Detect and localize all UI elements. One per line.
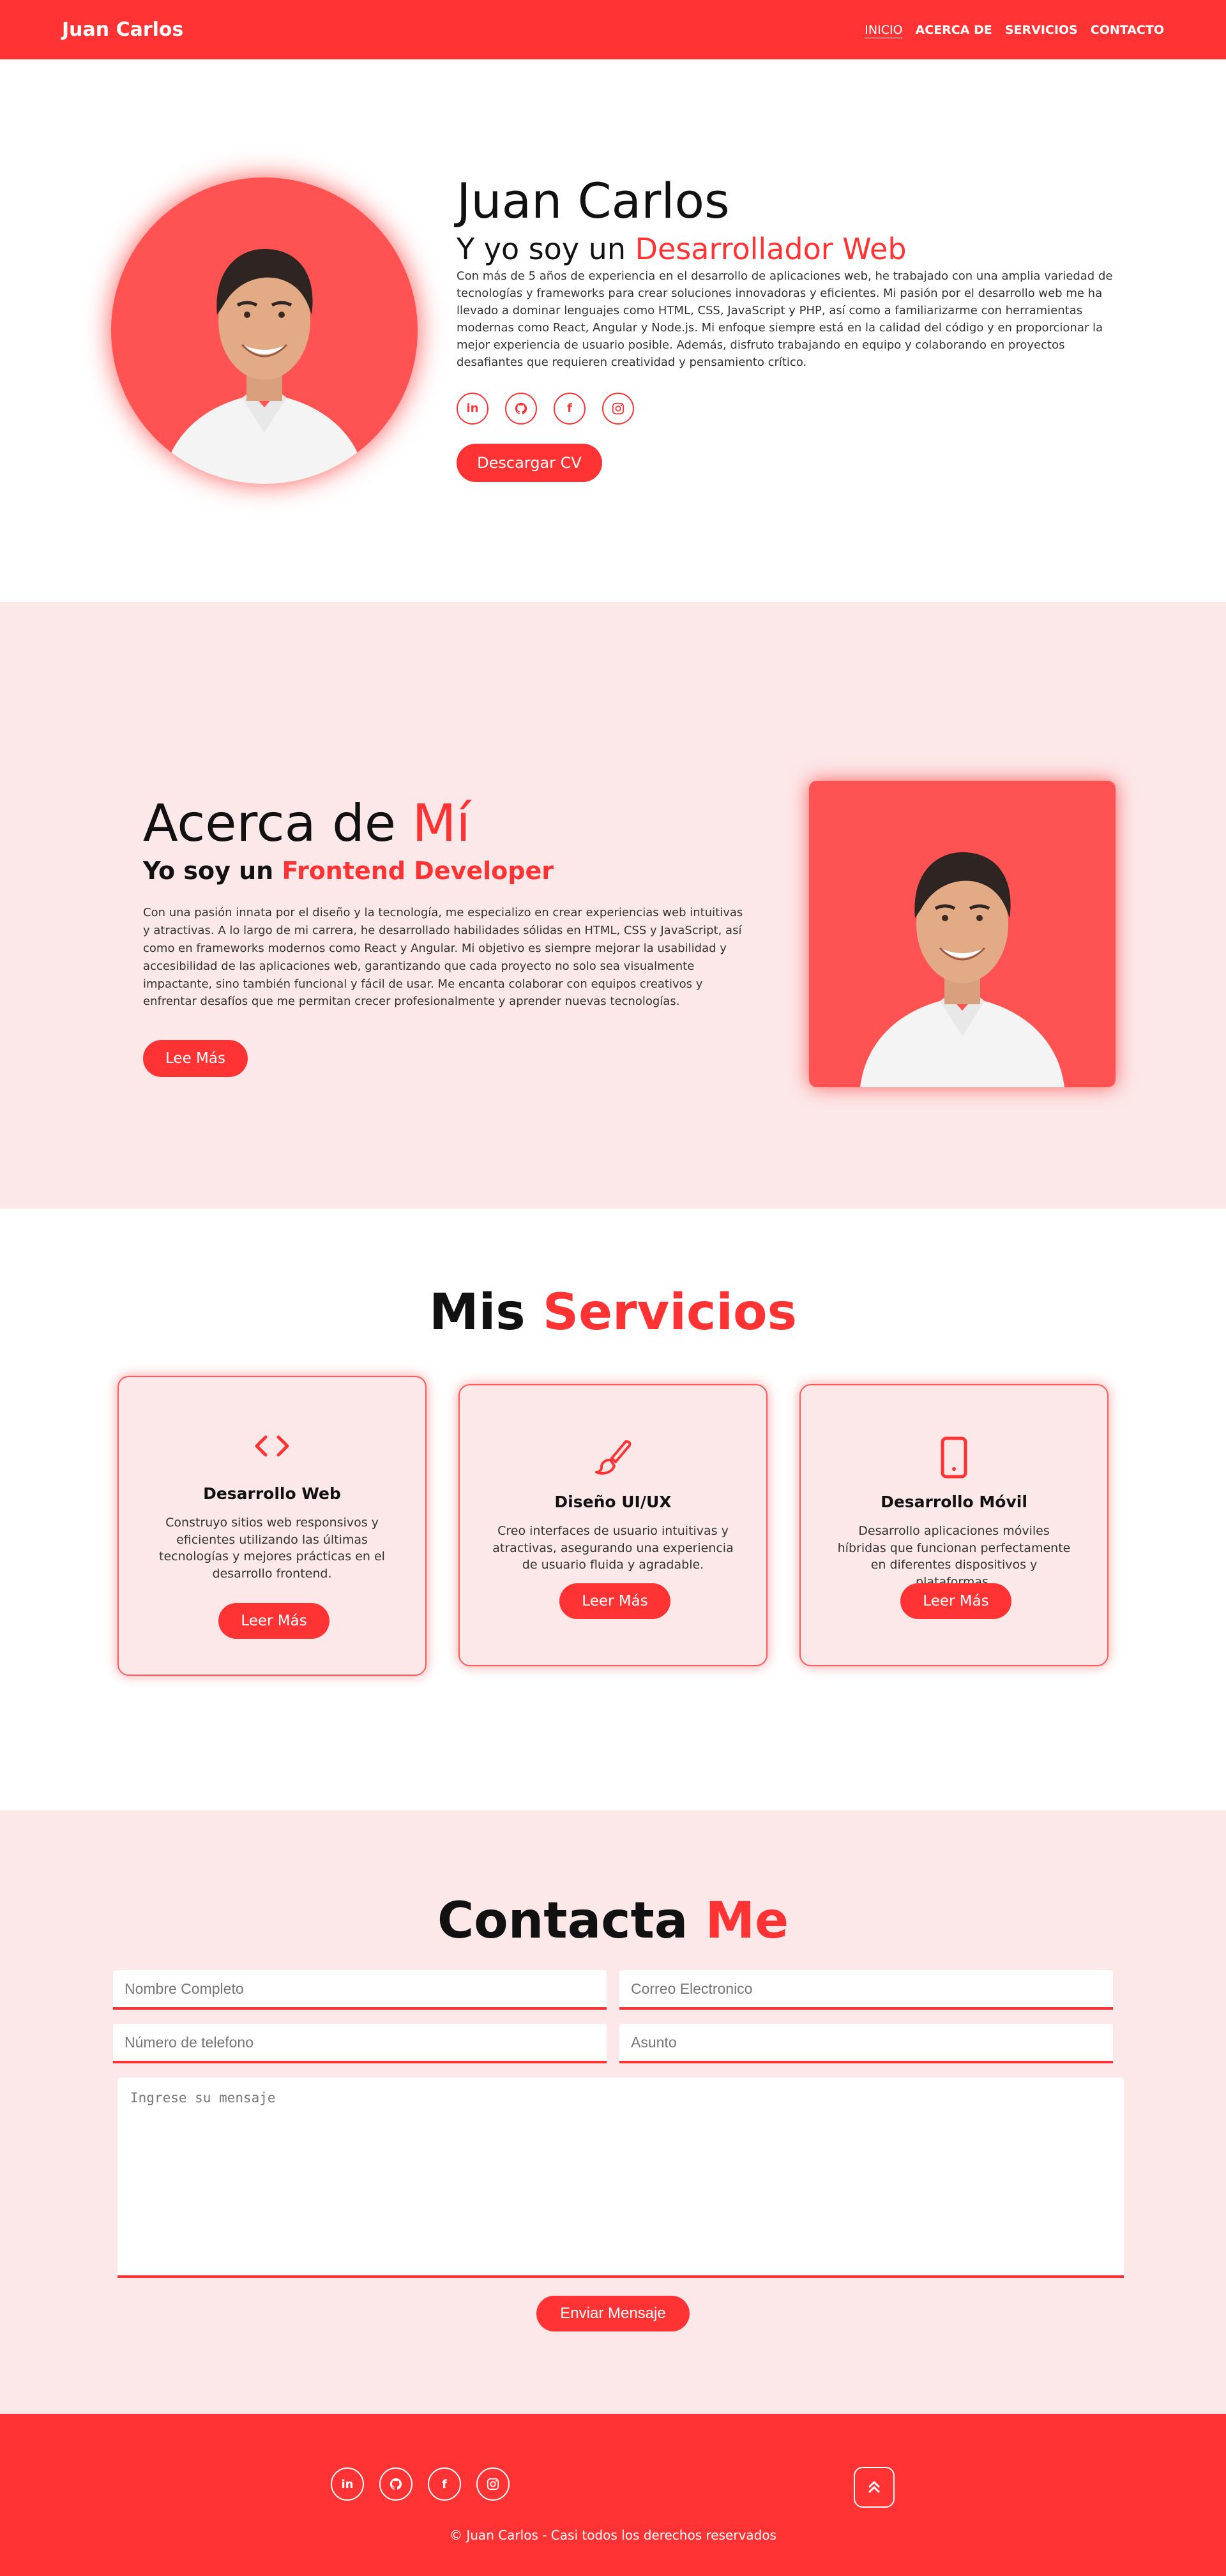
about-description: Con una pasión innata por el diseño y la… [143, 906, 743, 1009]
code-icon [119, 1431, 425, 1461]
phone-input[interactable] [113, 2024, 607, 2063]
about-title-accent: Mí [412, 794, 471, 853]
service-read-more-button[interactable]: Leer Más [218, 1603, 329, 1639]
hero-text: Juan Carlos Y yo soy un Desarrollador We… [457, 174, 1114, 482]
read-more-button[interactable]: Lee Más [143, 1040, 248, 1078]
nav-item-contacto[interactable]: CONTACTO [1091, 23, 1164, 37]
hero-role: Y yo soy un Desarrollador Web [457, 232, 1114, 266]
service-card-title: Desarrollo Web [203, 1484, 341, 1503]
hero-profile-photo [111, 177, 418, 484]
contact-title-accent: Me [705, 1892, 789, 1950]
copyright-text: © Juan Carlos - Casi todos los derechos … [450, 2527, 776, 2543]
full-name-input[interactable] [113, 1970, 607, 2010]
site-header: Juan Carlos INICIO ACERCA DE SERVICIOS C… [0, 0, 1226, 59]
about-subtitle-prefix: Yo soy un [143, 857, 274, 885]
service-card-mobile: Desarrollo Móvil Desarrollo aplicaciones… [799, 1384, 1109, 1666]
service-card-uiux: Diseño UI/UX Creo interfaces de usuario … [458, 1384, 768, 1666]
contact-section: Contacta Me Enviar Mensaje [0, 1811, 1226, 2414]
facebook-icon[interactable]: f [554, 392, 586, 425]
site-logo[interactable]: Juan Carlos [62, 19, 183, 41]
service-read-more-button[interactable]: Leer Más [900, 1583, 1011, 1619]
hero-description: Con más de 5 años de experiencia en el d… [457, 269, 1113, 369]
download-cv-button[interactable]: Descargar CV [457, 443, 602, 482]
message-textarea[interactable] [117, 2077, 1124, 2278]
about-subtitle-accent: Frontend Developer [282, 857, 554, 885]
instagram-icon[interactable] [602, 392, 634, 425]
mobile-phone-icon [801, 1436, 1107, 1479]
main-nav: INICIO ACERCA DE SERVICIOS CONTACTO [865, 23, 1164, 37]
services-title: Mis Servicios [0, 1284, 1226, 1341]
contact-title-prefix: Contacta [437, 1892, 688, 1950]
services-section: Mis Servicios Desarrollo Web Construyo s… [0, 1209, 1226, 1811]
hero-social-links: in f [457, 392, 1114, 425]
github-icon[interactable] [505, 392, 537, 425]
service-card-web: Desarrollo Web Construyo sitios web resp… [117, 1376, 427, 1676]
instagram-icon[interactable] [476, 2467, 510, 2501]
hero-section: Juan Carlos Y yo soy un Desarrollador We… [0, 59, 1226, 602]
site-footer: in f © Juan Carlos - Casi todos los dere… [0, 2414, 1226, 2576]
hero-role-accent: Desarrollador Web [635, 231, 907, 266]
subject-input[interactable] [619, 2024, 1113, 2063]
about-title-prefix: Acerca de [143, 794, 397, 853]
contact-title: Contacta Me [0, 1892, 1226, 1950]
service-card-title: Desarrollo Móvil [881, 1493, 1027, 1511]
footer-social-links: in f [331, 2467, 510, 2501]
about-title: Acerca de Mí [143, 794, 750, 853]
about-subtitle: Yo soy un Frontend Developer [143, 857, 750, 885]
service-card-title: Diseño UI/UX [554, 1493, 672, 1511]
nav-item-inicio[interactable]: INICIO [865, 23, 902, 37]
service-card-description: Construyo sitios web responsivos y efici… [159, 1516, 385, 1581]
paintbrush-icon [460, 1436, 766, 1477]
double-chevron-up-icon [868, 2481, 880, 2493]
email-input[interactable] [619, 1970, 1113, 2010]
send-message-button[interactable]: Enviar Mensaje [536, 2296, 690, 2331]
nav-item-servicios[interactable]: SERVICIOS [1005, 23, 1078, 37]
about-profile-photo [809, 781, 1116, 1087]
hero-role-prefix: Y yo soy un [457, 231, 626, 266]
linkedin-icon[interactable]: in [457, 392, 488, 425]
nav-item-acerca-de[interactable]: ACERCA DE [916, 23, 992, 37]
about-section: Acerca de Mí Yo soy un Frontend Develope… [0, 602, 1226, 1209]
service-card-description: Creo interfaces de usuario intuitivas y … [492, 1524, 734, 1572]
service-card-description: Desarrollo aplicaciones móviles híbridas… [837, 1524, 1071, 1589]
services-title-accent: Servicios [542, 1284, 798, 1341]
hero-name: Juan Carlos [457, 172, 730, 229]
about-text: Acerca de Mí Yo soy un Frontend Develope… [143, 794, 750, 1078]
services-title-prefix: Mis [428, 1284, 526, 1341]
facebook-icon[interactable]: f [428, 2467, 461, 2501]
linkedin-icon[interactable]: in [331, 2467, 364, 2501]
service-read-more-button[interactable]: Leer Más [559, 1583, 670, 1619]
github-icon[interactable] [379, 2467, 412, 2501]
scroll-to-top-button[interactable] [854, 2467, 895, 2508]
